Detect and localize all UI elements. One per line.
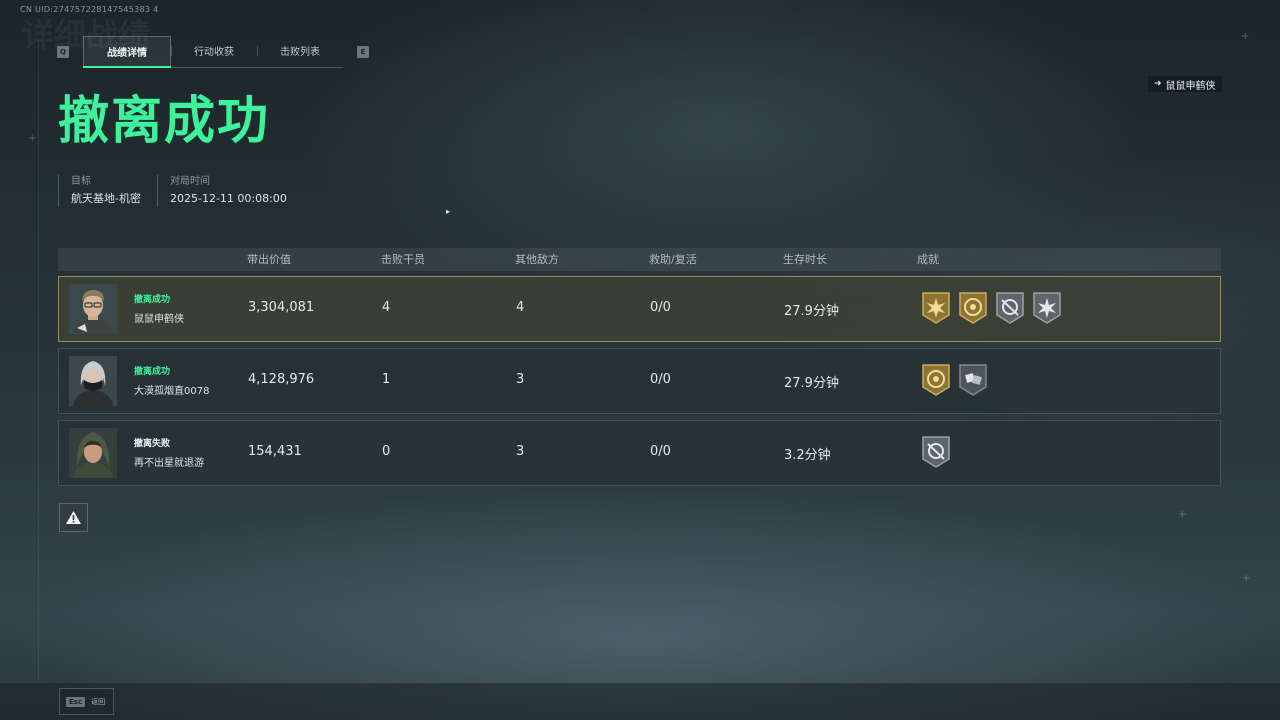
esc-key: Esc: [66, 696, 86, 707]
header-other: 其他敌方: [515, 253, 559, 266]
avatar: [69, 284, 117, 334]
kills-cell: 1: [382, 372, 391, 387]
time-label: 对局时间: [169, 176, 210, 187]
back-label: 返回: [91, 697, 106, 706]
match-info: 目标 航天基地-机密 对局时间 2025-12-11 00:08:00: [58, 175, 303, 207]
value-cell: 154,431: [248, 444, 302, 459]
assist-cell: 0/0: [650, 444, 671, 459]
achievements: [921, 435, 951, 469]
decor-plus: +: [28, 133, 37, 144]
status-label: 撤离失败: [134, 439, 171, 449]
header-survival: 生存时长: [783, 253, 827, 266]
tab-defeat-list[interactable]: 击败列表: [257, 36, 343, 66]
header-value: 带出价值: [247, 253, 291, 266]
value-cell: 4,128,976: [248, 372, 315, 387]
silver-dice-badge-icon[interactable]: [958, 363, 988, 397]
table-row[interactable]: 撤离成功 大漠孤烟直0078 4,128,976 1 3 0/0 27.9分钟: [58, 348, 1221, 414]
silver-star-badge-icon[interactable]: [1032, 291, 1062, 325]
table-row[interactable]: 撤离成功 鼠鼠申鹤侠 3,304,081 4 4 0/0 27.9分钟: [58, 276, 1221, 342]
player-name: 大漠孤烟直0078: [134, 386, 210, 397]
survival-cell: 27.9分钟: [784, 304, 839, 319]
achievements: [921, 363, 988, 397]
other-enemies-cell: 4: [516, 300, 525, 315]
table-row[interactable]: 撤离失败 再不出星就退游 154,431 0 3 0/0 3.2分钟: [58, 420, 1221, 486]
other-enemies-cell: 3: [516, 444, 525, 459]
decor-line: [38, 40, 39, 680]
achievements: [921, 291, 1062, 325]
status-label: 撤离成功: [134, 367, 171, 377]
next-tab-key[interactable]: E: [357, 45, 369, 58]
silver-crosshair-badge-icon[interactable]: [995, 291, 1025, 325]
header-assist: 救助/复活: [649, 253, 697, 266]
table-header: 带出价值 击败干员 其他敌方 救助/复活 生存时长 成就: [58, 248, 1221, 271]
arrow-icon: ➜: [1154, 79, 1162, 89]
status-label: 撤离成功: [134, 295, 171, 305]
survival-cell: 27.9分钟: [784, 376, 839, 391]
gold-medal-badge-icon[interactable]: [958, 291, 988, 325]
header-achievements: 成就: [917, 253, 939, 266]
mouse-cursor-icon: ▸: [446, 207, 451, 216]
target-value: 航天基地-机密: [71, 192, 141, 205]
tabs: 战绩详情 行动收获 击败列表: [83, 35, 343, 68]
target-label: 目标: [71, 176, 91, 187]
assist-cell: 0/0: [650, 372, 671, 387]
kills-cell: 0: [382, 444, 391, 459]
avatar: [69, 356, 117, 406]
tab-bar: Q 战绩详情 行动收获 击败列表 E: [57, 35, 369, 68]
gold-medal-badge-icon[interactable]: [921, 363, 951, 397]
time-info: 对局时间 2025-12-11 00:08:00: [156, 175, 303, 207]
decor-plus: +: [1241, 31, 1250, 42]
back-button[interactable]: Esc 返回: [59, 688, 114, 715]
other-enemies-cell: 3: [516, 372, 525, 387]
result-title: 撤离成功: [58, 92, 271, 151]
gold-star-badge-icon[interactable]: [921, 291, 951, 325]
kills-cell: 4: [382, 300, 391, 315]
player-tag-name: 鼠鼠申鹤侠: [1165, 80, 1216, 92]
decor-plus: +: [1178, 509, 1187, 520]
time-value: 2025-12-11 00:08:00: [169, 192, 287, 205]
bottom-bar: [0, 683, 1280, 720]
player-name: 鼠鼠申鹤侠: [134, 314, 184, 325]
warning-icon: [66, 511, 81, 524]
tab-action-rewards[interactable]: 行动收获: [171, 36, 257, 66]
assist-cell: 0/0: [650, 300, 671, 315]
player-tag[interactable]: ➜ 鼠鼠申鹤侠: [1148, 76, 1222, 92]
warning-button[interactable]: [59, 503, 88, 532]
decor-plus: +: [1242, 573, 1251, 584]
header-kills: 击败干员: [381, 253, 425, 266]
survival-cell: 3.2分钟: [784, 448, 831, 463]
player-name: 再不出星就退游: [134, 458, 204, 469]
value-cell: 3,304,081: [248, 300, 315, 315]
tab-battle-details[interactable]: 战绩详情: [83, 35, 171, 68]
target-info: 目标 航天基地-机密: [58, 175, 157, 207]
silver-crosshair-badge-icon[interactable]: [921, 435, 951, 469]
prev-tab-key[interactable]: Q: [57, 45, 69, 58]
avatar: [69, 428, 117, 478]
